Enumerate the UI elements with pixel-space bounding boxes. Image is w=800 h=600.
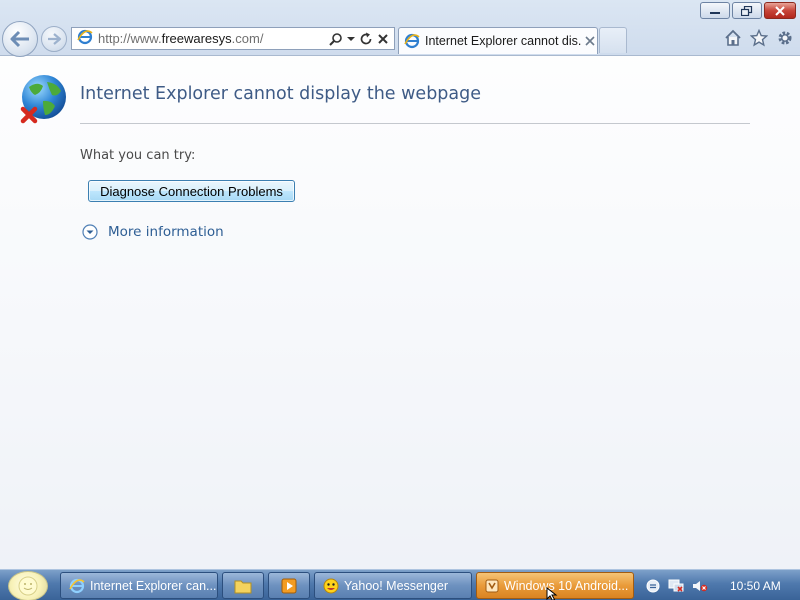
forward-arrow-icon: [48, 33, 62, 45]
network-icon[interactable]: [668, 579, 684, 593]
back-arrow-icon: [10, 30, 29, 48]
back-button[interactable]: [2, 21, 38, 57]
home-icon[interactable]: [724, 29, 742, 47]
favorites-star-icon[interactable]: [750, 29, 768, 47]
close-window-button[interactable]: [764, 2, 796, 19]
media-icon: [485, 579, 499, 593]
address-bar[interactable]: http://www.freewaresys.com/: [71, 27, 395, 50]
refresh-icon[interactable]: [359, 32, 373, 46]
start-smiley-icon: [18, 576, 38, 596]
tab-close-icon[interactable]: [585, 36, 595, 46]
browser-chrome: http://www.freewaresys.com/ Internet Exp…: [0, 0, 800, 57]
ie-logo-icon: [77, 29, 93, 49]
command-icons: [724, 29, 794, 47]
diagnose-connection-button[interactable]: Diagnose Connection Problems: [88, 180, 295, 202]
dropdown-icon[interactable]: [347, 36, 355, 42]
close-icon: [775, 5, 785, 16]
tools-gear-icon[interactable]: [776, 29, 794, 47]
ie-logo-icon: [69, 578, 85, 594]
system-tray: 10:50 AM: [638, 572, 798, 599]
mouse-cursor-icon: [546, 586, 558, 600]
new-tab-button[interactable]: [599, 27, 627, 53]
media-player-icon: [281, 578, 297, 594]
more-information-link[interactable]: More information: [82, 224, 224, 240]
minimize-button[interactable]: [700, 2, 730, 19]
forward-button[interactable]: [41, 26, 67, 52]
taskbar-clock: 10:50 AM: [730, 578, 781, 593]
more-information-label: More information: [108, 224, 224, 240]
quicklaunch-folder[interactable]: [222, 572, 264, 599]
address-url[interactable]: http://www.freewaresys.com/: [98, 31, 329, 46]
taskbar: Internet Explorer can... Yahoo! Messenge…: [0, 569, 800, 600]
restore-button[interactable]: [732, 2, 762, 19]
task-label: Windows 10 Android...: [504, 578, 629, 593]
yahoo-messenger-icon: [323, 578, 339, 594]
messenger-status-icon[interactable]: [646, 579, 660, 593]
start-button[interactable]: [8, 571, 48, 600]
search-icon[interactable]: [329, 32, 343, 46]
page-title: Internet Explorer cannot display the web…: [80, 84, 482, 104]
stop-icon[interactable]: [377, 33, 389, 45]
what-you-can-try-label: What you can try:: [80, 148, 196, 163]
tab-title: Internet Explorer cannot dis...: [425, 34, 581, 48]
restore-icon: [741, 5, 753, 16]
ie-logo-icon: [404, 33, 420, 49]
expand-chevron-icon: [82, 224, 98, 240]
window-controls: [700, 2, 796, 19]
tab-active[interactable]: Internet Explorer cannot dis...: [398, 27, 598, 54]
volume-muted-icon[interactable]: [692, 579, 708, 593]
quicklaunch-media-player[interactable]: [268, 572, 310, 599]
folder-icon: [234, 578, 252, 594]
task-label: Internet Explorer can...: [90, 578, 217, 593]
taskbar-item-yahoo-messenger[interactable]: Yahoo! Messenger: [314, 572, 472, 599]
title-divider: [80, 123, 750, 124]
minimize-icon: [710, 11, 720, 14]
taskbar-item-internet-explorer[interactable]: Internet Explorer can...: [60, 572, 218, 599]
error-globe-icon: [19, 73, 69, 129]
task-label: Yahoo! Messenger: [344, 578, 448, 593]
